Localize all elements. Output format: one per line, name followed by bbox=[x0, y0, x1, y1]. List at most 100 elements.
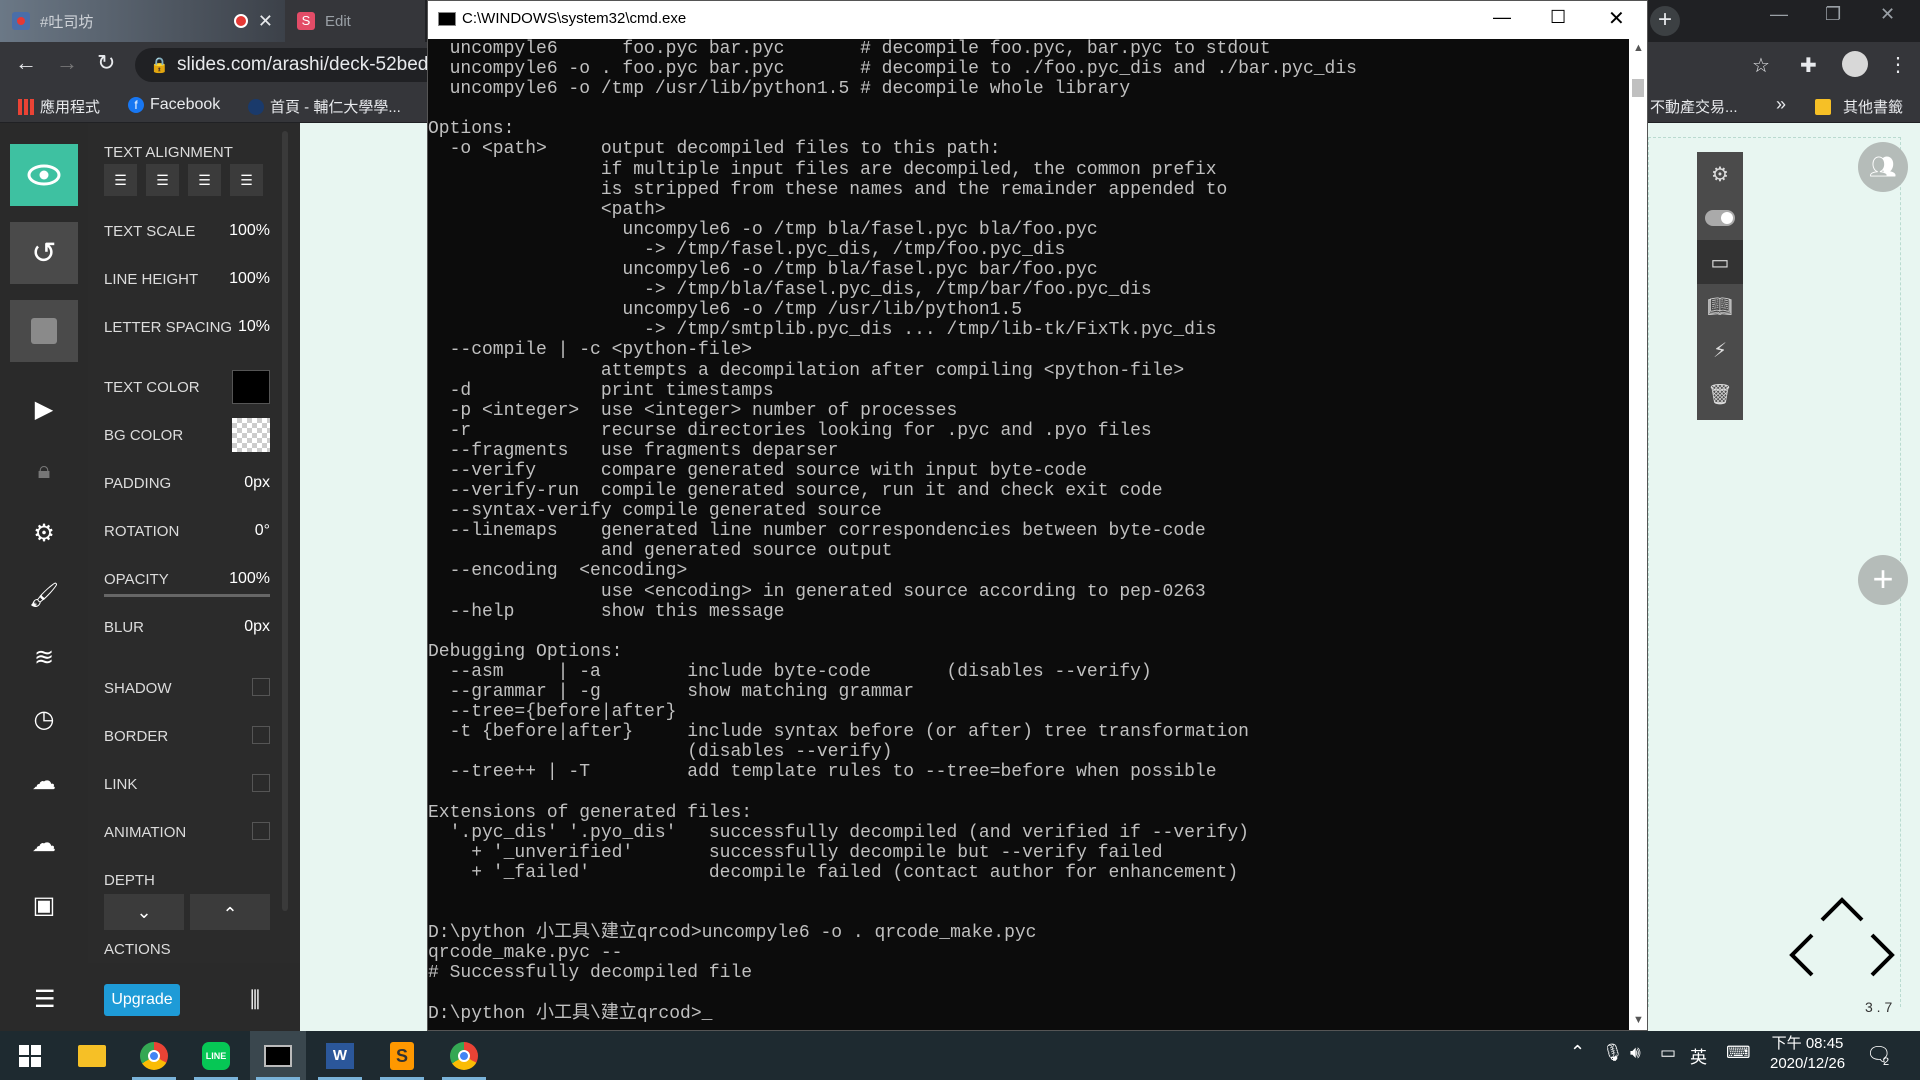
trash-icon[interactable]: 🗑︎ bbox=[1697, 372, 1743, 416]
bookmark-others[interactable]: 其他書籤 bbox=[1815, 96, 1903, 117]
restore-icon[interactable]: ❐ bbox=[1825, 4, 1841, 25]
reload-icon[interactable]: ↻ bbox=[97, 50, 115, 76]
tab-label: Edit bbox=[325, 12, 351, 30]
ime-indicator[interactable]: 英 bbox=[1690, 1043, 1707, 1068]
volume-icon[interactable]: 🔊︎ bbox=[1630, 1043, 1641, 1063]
new-tab-button[interactable]: + bbox=[1650, 6, 1680, 36]
notification-count: 2 bbox=[1883, 1056, 1890, 1068]
close-icon[interactable]: ✕ bbox=[1608, 6, 1625, 31]
history-button[interactable]: ◷ bbox=[0, 688, 88, 750]
chrome-icon[interactable] bbox=[126, 1031, 182, 1080]
star-icon[interactable]: ☆ bbox=[1752, 53, 1770, 78]
text-scale-value[interactable]: 100% bbox=[229, 222, 270, 240]
word-icon[interactable]: W bbox=[312, 1031, 368, 1080]
cmd-line: --help show this message bbox=[428, 601, 785, 622]
download-button[interactable]: ☁ bbox=[0, 812, 88, 874]
cmd-line: Extensions of generated files: bbox=[428, 802, 753, 823]
settings-button[interactable]: ⚙ bbox=[0, 502, 88, 564]
line-height-value[interactable]: 100% bbox=[229, 270, 270, 288]
align-justify-button[interactable]: ☰ bbox=[230, 164, 263, 196]
present-button[interactable]: ▶ bbox=[0, 378, 88, 440]
bookmark-fju[interactable]: 首頁 - 輔仁大學學... bbox=[248, 96, 401, 117]
back-icon[interactable]: ← bbox=[15, 50, 37, 76]
scroll-up-icon[interactable]: ▲ bbox=[1633, 42, 1644, 54]
animation-label: ANIMATION bbox=[104, 824, 187, 841]
opacity-slider[interactable] bbox=[104, 594, 270, 597]
block-toolbox: ⚙ ▭ 📖︎ ⚡︎ 🗑︎ bbox=[1697, 152, 1743, 420]
layers-icon: ≋ bbox=[33, 643, 55, 671]
text-color-swatch[interactable] bbox=[232, 370, 270, 404]
windows-start-icon[interactable] bbox=[2, 1031, 58, 1080]
cmd-line: --tree++ | -T add template rules to --tr… bbox=[428, 762, 1217, 783]
bookmark-facebook[interactable]: f Facebook bbox=[128, 96, 220, 114]
tray-chevron-icon[interactable]: ⌃ bbox=[1570, 1042, 1585, 1063]
menu-icon[interactable]: ⋮ bbox=[1888, 52, 1908, 77]
minimize-icon[interactable]: — bbox=[1493, 7, 1511, 28]
profile-avatar[interactable] bbox=[1842, 51, 1868, 77]
forward-icon[interactable]: → bbox=[56, 50, 78, 76]
sublime-icon[interactable]: S bbox=[374, 1031, 430, 1080]
cmd-titlebar[interactable]: C:\WINDOWS\system32\cmd.exe — ☐ ✕ bbox=[428, 1, 1647, 39]
cmd-scrollbar[interactable]: ▲ ▼ bbox=[1629, 39, 1647, 1030]
frame-icon[interactable]: ▭ bbox=[1697, 240, 1743, 284]
shadow-checkbox[interactable] bbox=[252, 678, 270, 696]
animation-checkbox[interactable] bbox=[252, 822, 270, 840]
bookmark-realestate[interactable]: 不動產交易... bbox=[1650, 96, 1738, 117]
layers-button[interactable]: ≋ bbox=[0, 626, 88, 688]
lightning-icon[interactable]: ⚡︎ bbox=[1697, 328, 1743, 372]
blur-value[interactable]: 0px bbox=[244, 618, 270, 636]
align-justify-icon: ☰ bbox=[240, 171, 253, 188]
cmd-line: --tree={before|after} bbox=[428, 702, 677, 723]
upload-button[interactable]: ☁ bbox=[0, 750, 88, 812]
opacity-value[interactable]: 100% bbox=[229, 570, 270, 588]
chrome-icon[interactable] bbox=[436, 1031, 492, 1080]
lock-icon[interactable]: 🔒 bbox=[150, 56, 169, 74]
microphone-icon[interactable]: 🎙︎ bbox=[1602, 1043, 1624, 1063]
save-button[interactable] bbox=[10, 300, 78, 362]
toggle-icon[interactable] bbox=[1697, 196, 1743, 240]
scroll-thumb[interactable] bbox=[1632, 79, 1644, 97]
outline-icon[interactable]: ☰ bbox=[34, 985, 56, 1014]
browser-tab-toastshop[interactable]: #吐司坊 ✕ bbox=[0, 0, 285, 42]
style-button[interactable]: 🖌︎ bbox=[0, 564, 88, 626]
book-icon[interactable]: 📖︎ bbox=[1697, 284, 1743, 328]
lock-button[interactable]: 🔒︎ bbox=[0, 440, 88, 502]
add-slide-icon[interactable]: + bbox=[1858, 555, 1908, 605]
align-center-button[interactable]: ☰ bbox=[146, 164, 179, 196]
preview-button[interactable] bbox=[10, 144, 78, 206]
align-left-button[interactable]: ☰ bbox=[104, 164, 137, 196]
upgrade-button[interactable]: Upgrade bbox=[104, 984, 180, 1016]
collaborators-icon[interactable]: 👥︎ bbox=[1858, 142, 1908, 192]
battery-icon[interactable]: ▭ bbox=[1660, 1043, 1676, 1063]
letter-spacing-value[interactable]: 10% bbox=[238, 318, 270, 336]
close-tab-icon[interactable]: ✕ bbox=[258, 11, 273, 32]
link-checkbox[interactable] bbox=[252, 774, 270, 792]
depth-up-button[interactable]: ⌃ bbox=[190, 894, 270, 930]
taskbar-clock[interactable]: 下午 08:45 2020/12/26 bbox=[1770, 1034, 1845, 1074]
keyboard-icon[interactable]: ⌨︎ bbox=[1726, 1043, 1751, 1063]
border-checkbox[interactable] bbox=[252, 726, 270, 744]
browser-tab-edit[interactable]: S Edit bbox=[285, 0, 425, 42]
bookmark-apps[interactable]: 應用程式 bbox=[18, 96, 100, 117]
line-icon[interactable]: LINE bbox=[188, 1031, 244, 1080]
minimize-icon[interactable]: — bbox=[1770, 4, 1788, 25]
align-right-button[interactable]: ☰ bbox=[188, 164, 221, 196]
cmd-icon[interactable] bbox=[250, 1031, 306, 1080]
more-bookmarks-icon[interactable]: » bbox=[1776, 94, 1786, 115]
close-window-icon[interactable]: ✕ bbox=[1880, 4, 1895, 25]
undo-button[interactable]: ↺ bbox=[10, 222, 78, 284]
block-settings-icon[interactable]: ⚙ bbox=[1697, 152, 1743, 196]
rotation-value[interactable]: 0° bbox=[255, 522, 270, 540]
media-button[interactable]: ▣ bbox=[0, 874, 88, 936]
sliders-icon[interactable]: ⫼ bbox=[250, 987, 260, 1013]
bg-color-swatch[interactable] bbox=[232, 418, 270, 452]
scroll-down-icon[interactable]: ▼ bbox=[1633, 1014, 1644, 1026]
maximize-icon[interactable]: ☐ bbox=[1550, 7, 1566, 28]
prop-label: PADDING bbox=[104, 475, 172, 492]
depth-down-button[interactable]: ⌄ bbox=[104, 894, 184, 930]
file-explorer-icon[interactable] bbox=[64, 1031, 120, 1080]
extensions-icon[interactable]: ✚ bbox=[1800, 53, 1817, 78]
padding-value[interactable]: 0px bbox=[244, 474, 270, 492]
cmd-output[interactable]: uncompyle6 foo.pyc bar.pyc # decompile f… bbox=[428, 39, 1629, 1030]
panel-scrollbar[interactable] bbox=[282, 131, 288, 911]
